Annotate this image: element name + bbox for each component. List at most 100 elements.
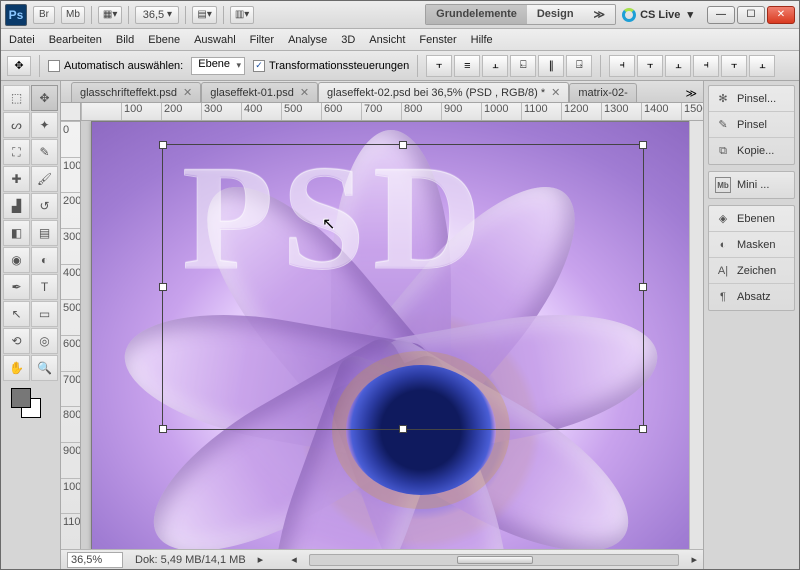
menu-auswahl[interactable]: Auswahl: [194, 34, 236, 46]
align-vcenter-button[interactable]: ≡: [454, 55, 480, 77]
close-icon[interactable]: ✕: [183, 86, 192, 99]
align-bottom-button[interactable]: ⫠: [482, 55, 508, 77]
transform-controls-checkbox[interactable]: ✓ Transformationssteuerungen: [253, 60, 409, 72]
hand-tool[interactable]: ✋: [3, 355, 30, 381]
panel-tab[interactable]: ✻Pinsel...: [709, 86, 794, 112]
panel-tab[interactable]: A|Zeichen: [709, 258, 794, 284]
tabs-overflow-button[interactable]: ≫: [679, 85, 703, 102]
scrollbar-vertical[interactable]: [689, 121, 703, 549]
magic-wand-tool[interactable]: ✦: [31, 112, 58, 138]
align-right-button[interactable]: ⍈: [566, 55, 592, 77]
stamp-tool[interactable]: ▟: [3, 193, 30, 219]
menu-datei[interactable]: Datei: [9, 34, 35, 46]
close-icon[interactable]: ✕: [551, 86, 560, 99]
ruler-vertical[interactable]: 010020030040050060070080090010001100: [61, 121, 81, 549]
panel-tab[interactable]: MbMini ...: [709, 172, 794, 198]
type-tool[interactable]: T: [31, 274, 58, 300]
eraser-tool[interactable]: ◧: [3, 220, 30, 246]
zoom-level-field[interactable]: 36,5 ▾: [135, 6, 179, 24]
document-tab[interactable]: glasschrifteffekt.psd✕: [71, 82, 201, 102]
shape-tool[interactable]: ▭: [31, 301, 58, 327]
distribute-3-button[interactable]: ⫠: [665, 55, 691, 77]
document-tab[interactable]: matrix-02-: [569, 83, 637, 102]
document-tab[interactable]: glaseffekt-01.psd✕: [201, 82, 318, 102]
marquee-tool[interactable]: ⬚: [3, 85, 30, 111]
screen-mode-button[interactable]: ▦▾: [98, 6, 122, 24]
canvas[interactable]: PSD ↖: [91, 121, 689, 549]
brush-tool[interactable]: 🖌: [31, 166, 58, 192]
menu-bild[interactable]: Bild: [116, 34, 134, 46]
path-select-tool[interactable]: ↖: [3, 301, 30, 327]
doc-info-chevron-icon[interactable]: ▸: [258, 553, 264, 566]
document-tab-active[interactable]: glaseffekt-02.psd bei 36,5% (PSD , RGB/8…: [318, 82, 569, 102]
panel-tab[interactable]: ◐Masken: [709, 232, 794, 258]
history-brush-tool[interactable]: ↺: [31, 193, 58, 219]
eyedropper-tool[interactable]: ✎: [31, 139, 58, 165]
ruler-horizontal[interactable]: 1002003004005006007008009001000110012001…: [81, 103, 703, 121]
distribute-4-button[interactable]: ⫞: [693, 55, 719, 77]
transform-handle[interactable]: [639, 425, 647, 433]
lasso-tool[interactable]: ᔕ: [3, 112, 30, 138]
workspace-design[interactable]: Design: [527, 5, 584, 24]
3d-tool[interactable]: ⟲: [3, 328, 30, 354]
close-icon[interactable]: ✕: [300, 86, 309, 99]
transform-bounding-box[interactable]: [162, 144, 644, 430]
arrange-docs-button[interactable]: ▥▾: [230, 6, 254, 24]
crop-tool[interactable]: ⛶: [3, 139, 30, 165]
blur-tool[interactable]: ◉: [3, 247, 30, 273]
panel-tab[interactable]: ¶Absatz: [709, 284, 794, 310]
dodge-tool[interactable]: ◐: [31, 247, 58, 273]
move-tool[interactable]: ✥: [31, 85, 58, 111]
gradient-tool[interactable]: ▤: [31, 220, 58, 246]
menu-filter[interactable]: Filter: [250, 34, 274, 46]
foreground-swatch[interactable]: [11, 388, 31, 408]
distribute-6-button[interactable]: ⫠: [749, 55, 775, 77]
transform-handle[interactable]: [399, 425, 407, 433]
zoom-field[interactable]: 36,5%: [67, 552, 123, 568]
healing-tool[interactable]: ✚: [3, 166, 30, 192]
minimize-button[interactable]: —: [707, 6, 735, 24]
pen-tool[interactable]: ✒: [3, 274, 30, 300]
workspace-switcher[interactable]: Grundelemente Design ≫: [425, 4, 616, 25]
zoom-tool[interactable]: 🔍: [31, 355, 58, 381]
panel-tab[interactable]: ⧉Kopie...: [709, 138, 794, 164]
align-left-button[interactable]: ⍇: [510, 55, 536, 77]
maximize-button[interactable]: ☐: [737, 6, 765, 24]
color-swatches[interactable]: [3, 382, 58, 422]
distribute-5-button[interactable]: ⫟: [721, 55, 747, 77]
menu-ebene[interactable]: Ebene: [148, 34, 180, 46]
transform-handle[interactable]: [639, 283, 647, 291]
minibridge-button[interactable]: Mb: [61, 6, 85, 24]
distribute-1-button[interactable]: ⫞: [609, 55, 635, 77]
panel-tab[interactable]: ✎Pinsel: [709, 112, 794, 138]
menu-bearbeiten[interactable]: Bearbeiten: [49, 34, 102, 46]
transform-handle[interactable]: [159, 283, 167, 291]
menu-hilfe[interactable]: Hilfe: [471, 34, 493, 46]
move-tool-icon[interactable]: ✥: [7, 56, 31, 76]
toolbox: ⬚ ✥ ᔕ ✦ ⛶ ✎ ✚ 🖌 ▟ ↺ ◧ ▤ ◉ ◐ ✒ T ↖ ▭ ⟲ ◎ …: [1, 81, 61, 569]
transform-handle[interactable]: [159, 141, 167, 149]
workspace-more[interactable]: ≫: [584, 5, 616, 24]
menu-analyse[interactable]: Analyse: [288, 34, 327, 46]
distribute-2-button[interactable]: ⫟: [637, 55, 663, 77]
transform-handle[interactable]: [639, 141, 647, 149]
3d-camera-tool[interactable]: ◎: [31, 328, 58, 354]
bridge-button[interactable]: Br: [33, 6, 55, 24]
menu-ansicht[interactable]: Ansicht: [369, 34, 405, 46]
auto-select-dropdown[interactable]: Ebene: [191, 57, 245, 75]
transform-handle[interactable]: [399, 141, 407, 149]
align-hcenter-button[interactable]: ∥: [538, 55, 564, 77]
scrollbar-horizontal[interactable]: [309, 554, 680, 566]
view-extras-button[interactable]: ▤▾: [192, 6, 216, 24]
cslive-button[interactable]: CS Live ▾: [622, 8, 693, 22]
align-top-button[interactable]: ⫟: [426, 55, 452, 77]
menu-3d[interactable]: 3D: [341, 34, 355, 46]
menu-fenster[interactable]: Fenster: [419, 34, 456, 46]
canvas-viewport[interactable]: PSD ↖: [81, 121, 689, 549]
panel-tab[interactable]: ◈Ebenen: [709, 206, 794, 232]
transform-handle[interactable]: [159, 425, 167, 433]
auto-select-checkbox[interactable]: Automatisch auswählen:: [48, 60, 183, 72]
ruler-origin[interactable]: [61, 103, 81, 121]
close-button[interactable]: ✕: [767, 6, 795, 24]
workspace-essentials[interactable]: Grundelemente: [426, 5, 527, 24]
